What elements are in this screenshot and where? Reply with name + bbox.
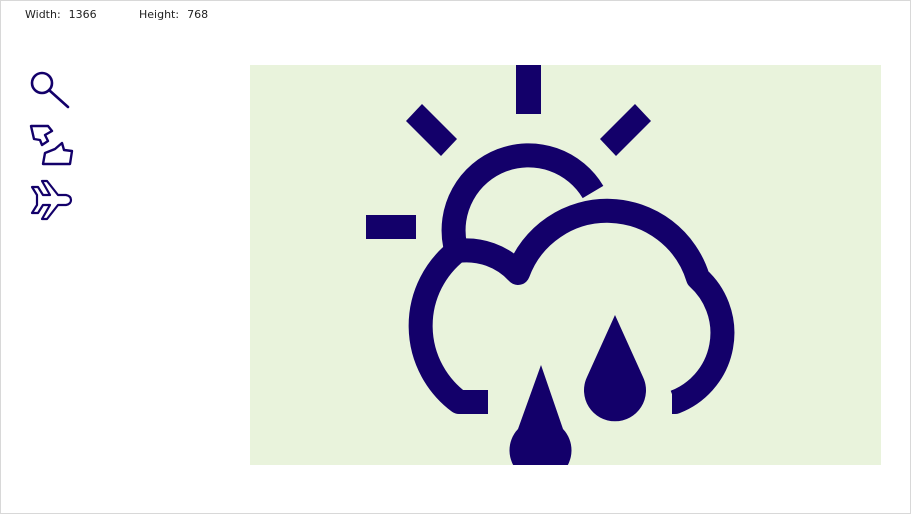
width-readout: Width: 1366 <box>25 8 97 21</box>
weather-illustration-panel <box>250 65 881 465</box>
feedback-button[interactable] <box>28 123 74 169</box>
travel-button[interactable] <box>28 177 74 223</box>
search-icon <box>30 71 70 109</box>
partly-cloudy-rain-icon <box>250 65 881 465</box>
app-canvas: Width: 1366 Height: 768 <box>0 0 911 514</box>
height-label: Height: <box>139 8 180 21</box>
height-value: 768 <box>187 8 209 21</box>
width-value: 1366 <box>68 8 97 21</box>
airplane-icon <box>30 179 73 221</box>
height-readout: Height: 768 <box>139 8 208 21</box>
width-label: Width: <box>25 8 61 21</box>
thumbs-up-down-icon <box>29 124 74 166</box>
search-button[interactable] <box>28 69 74 115</box>
